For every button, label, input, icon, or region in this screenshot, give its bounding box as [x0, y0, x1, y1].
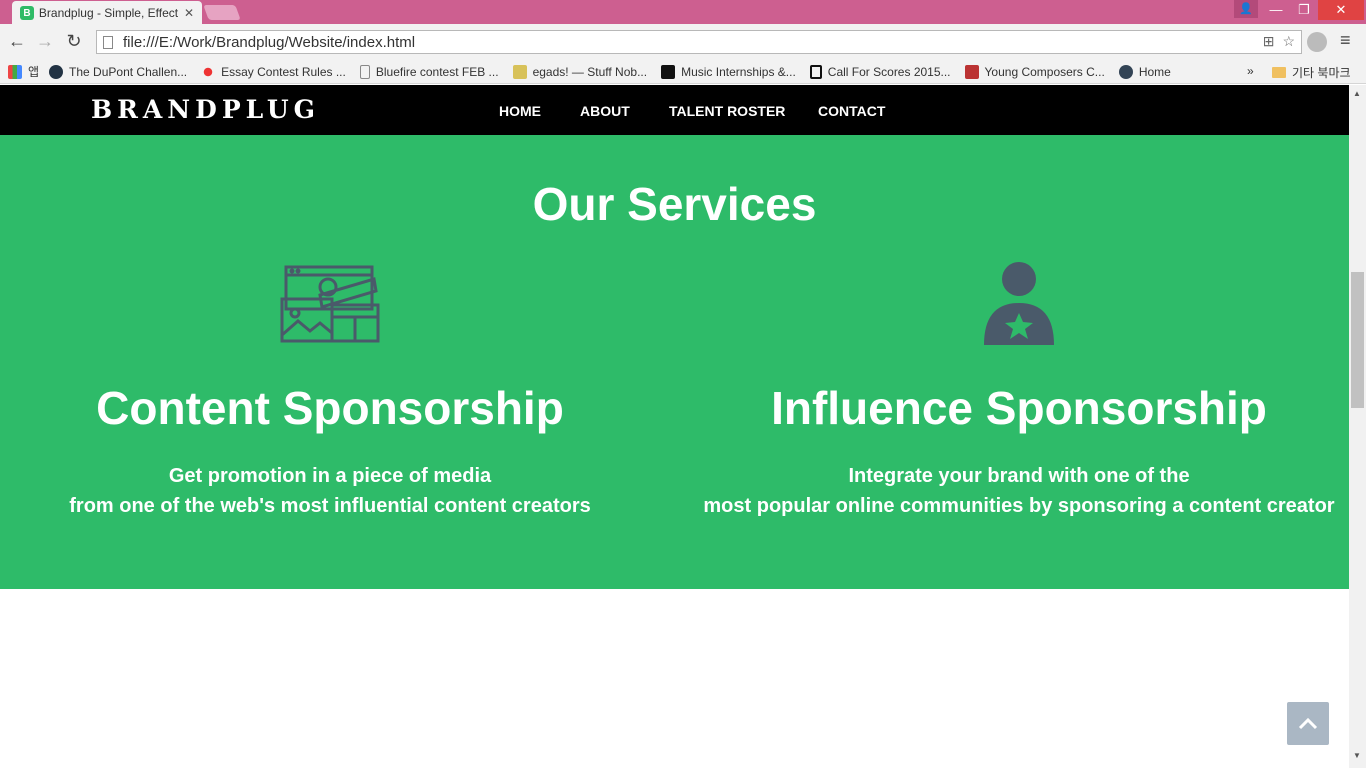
- bookmark-label: Music Internships &...: [681, 64, 796, 79]
- nav-contact[interactable]: CONTACT: [818, 103, 885, 119]
- kiwanis-icon: [1118, 64, 1133, 79]
- scroll-up-arrow-icon[interactable]: ▲: [1353, 89, 1361, 98]
- bookmark-apps[interactable]: 앱: [8, 63, 39, 80]
- description-line: Get promotion in a piece of media: [168, 465, 492, 487]
- reload-icon[interactable]: ↻: [63, 30, 85, 52]
- back-arrow-icon[interactable]: ←: [6, 30, 28, 52]
- bird-icon: [964, 64, 979, 79]
- tab-close-icon[interactable]: ✕: [184, 6, 194, 20]
- bookmark-label: The DuPont Challen...: [69, 64, 188, 79]
- bookmarks-overflow-button[interactable]: »: [1247, 64, 1254, 78]
- user-star-icon: [983, 261, 1055, 352]
- page-icon: [103, 35, 113, 49]
- description-line: from one of the web's most influential c…: [69, 495, 591, 517]
- nav-talent-roster[interactable]: TALENT ROSTER: [669, 103, 785, 119]
- address-bar[interactable]: file:///E:/Work/Brandplug/Website/index.…: [96, 30, 1302, 54]
- bookmark-label: Young Composers C...: [984, 64, 1105, 79]
- content-sponsorship-heading: Content Sponsorship: [96, 382, 564, 434]
- scroll-down-arrow-icon[interactable]: ▼: [1353, 751, 1361, 760]
- bookmark-essay-contest[interactable]: Essay Contest Rules ...: [201, 64, 346, 79]
- new-tab-button[interactable]: [203, 5, 241, 20]
- other-bookmarks-folder[interactable]: 기타 북마크: [1272, 64, 1351, 81]
- bookmark-label: egads! — Stuff Nob...: [532, 64, 648, 79]
- bookmark-label: 앱: [28, 65, 40, 79]
- bookmark-label: Home: [1138, 64, 1171, 79]
- browser-tab[interactable]: B Brandplug - Simple, Effect ✕: [12, 1, 202, 25]
- extension-icon[interactable]: [1307, 32, 1327, 52]
- bookmark-star-icon[interactable]: ☆: [1282, 33, 1295, 50]
- nav-about[interactable]: ABOUT: [580, 103, 630, 119]
- back-to-top-button[interactable]: [1287, 702, 1329, 745]
- browser-titlebar: B Brandplug - Simple, Effect ✕ 👤 — ❐ ✕: [0, 0, 1366, 25]
- doodle-icon: [512, 64, 527, 79]
- media-clapperboard-icon: [280, 265, 380, 348]
- bookmark-music-internships[interactable]: Music Internships &...: [661, 64, 796, 79]
- site-navbar: BRANDPLUG HOME ABOUT TALENT ROSTER CONTA…: [0, 85, 1349, 135]
- page-viewport: BRANDPLUG HOME ABOUT TALENT ROSTER CONTA…: [0, 85, 1349, 768]
- minimize-button[interactable]: —: [1262, 0, 1290, 20]
- page-scrollbar[interactable]: ▲ ▼: [1349, 85, 1366, 768]
- other-bookmarks-label: 기타 북마크: [1292, 66, 1351, 80]
- bookmark-label: Bluefire contest FEB ...: [375, 64, 499, 79]
- profile-icon[interactable]: 👤: [1234, 0, 1258, 18]
- bookmark-call-for-scores[interactable]: Call For Scores 2015...: [809, 64, 951, 79]
- close-window-button[interactable]: ✕: [1318, 0, 1364, 20]
- browser-toolbar: ← → ↻ file:///E:/Work/Brandplug/Website/…: [0, 24, 1366, 60]
- forward-arrow-icon[interactable]: →: [34, 30, 56, 52]
- content-sponsorship-description: Get promotion in a piece of media from o…: [0, 461, 670, 521]
- translate-icon[interactable]: ⊞: [1263, 33, 1275, 50]
- bookmark-dupont[interactable]: The DuPont Challen...: [49, 64, 188, 79]
- bookmark-bluefire[interactable]: Bluefire contest FEB ...: [359, 64, 499, 79]
- bookmark-home[interactable]: Home: [1118, 64, 1171, 79]
- services-section: Our Services Content Sponsorship Get pro…: [0, 135, 1349, 589]
- brand-logo[interactable]: BRANDPLUG: [91, 95, 320, 124]
- bookmarks-bar: 앱 The DuPont Challen... Essay Contest Ru…: [0, 60, 1366, 84]
- scroll-thumb[interactable]: [1351, 272, 1364, 408]
- tab-title: Brandplug - Simple, Effect: [38, 6, 178, 20]
- bookmark-label: Essay Contest Rules ...: [221, 64, 346, 79]
- influence-sponsorship-heading: Influence Sponsorship: [771, 382, 1267, 434]
- brandplug-favicon-icon: B: [20, 6, 34, 20]
- music-bars-icon: [661, 64, 676, 79]
- bookmark-egads[interactable]: egads! — Stuff Nob...: [512, 64, 648, 79]
- red-dots-icon: [201, 64, 216, 79]
- influence-sponsorship-description: Integrate your brand with one of the mos…: [679, 461, 1349, 521]
- chevron-up-icon: [1298, 717, 1318, 729]
- services-title: Our Services: [532, 178, 817, 230]
- bookmark-label: Call For Scores 2015...: [827, 64, 951, 79]
- folder-icon: [1272, 67, 1286, 78]
- page-icon: [359, 64, 370, 79]
- description-line: Integrate your brand with one of the: [848, 465, 1190, 487]
- restore-button[interactable]: ❐: [1290, 0, 1318, 20]
- description-line: most popular online communities by spons…: [703, 495, 1335, 517]
- b-logo-icon: [809, 64, 822, 79]
- bookmark-young-composers[interactable]: Young Composers C...: [964, 64, 1105, 79]
- url-text: file:///E:/Work/Brandplug/Website/index.…: [123, 33, 416, 51]
- browser-menu-icon[interactable]: ≡: [1340, 30, 1351, 51]
- nav-home[interactable]: HOME: [499, 103, 541, 119]
- star-badge-icon: [49, 64, 64, 79]
- apps-grid-icon: [8, 64, 22, 79]
